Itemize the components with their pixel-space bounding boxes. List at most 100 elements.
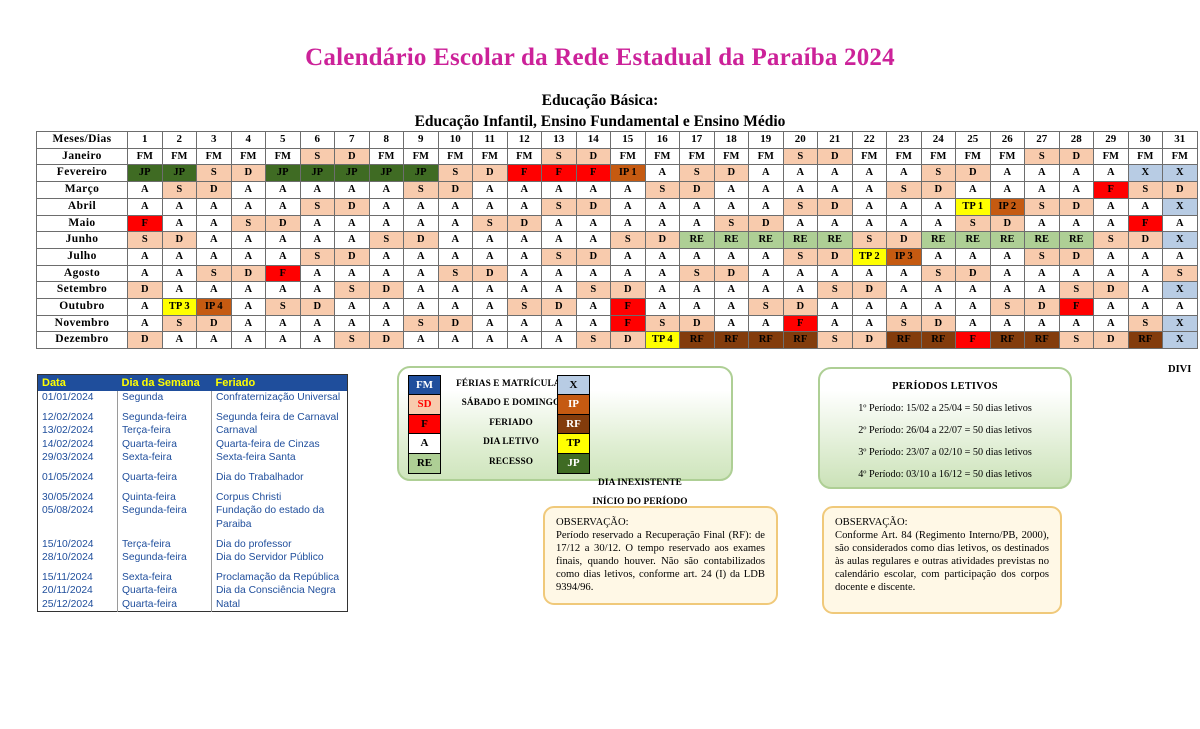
holidays-header-weekday: Dia da Semana — [117, 374, 212, 391]
calendar-cell-tp: TP 2 — [851, 247, 887, 266]
calendar-cell-a: A — [817, 181, 853, 199]
holiday-date: 15/10/2024 — [37, 537, 118, 552]
calendar-cell-a: A — [506, 181, 542, 199]
calendar-day-header-18: 18 — [713, 131, 749, 149]
calendar-cell-sd: S — [575, 331, 611, 350]
calendar-cell-a: A — [299, 214, 335, 233]
calendar-cell-sd: S — [1024, 247, 1060, 266]
calendar-cell-sd: D — [575, 197, 611, 216]
calendar-cell-a: A — [679, 281, 715, 300]
holidays-header-row: Data Dia da Semana Feriado — [37, 374, 348, 391]
calendar-cell-a: A — [1058, 314, 1094, 333]
table-row: 13/02/2024 Terça-feira Carnaval — [37, 424, 348, 438]
calendar-cell-a: A — [1093, 264, 1129, 283]
calendar-cell-sd: D — [610, 331, 646, 350]
calendar-cell-a: A — [1093, 247, 1129, 266]
calendar-cell-jp: JP — [368, 164, 404, 183]
calendar-cell-f: F — [127, 214, 163, 233]
calendar-cell-a: A — [644, 281, 680, 300]
calendar-cell-f: F — [955, 331, 991, 350]
legend-chip-fm: FM — [409, 376, 440, 396]
calendar-cell-sd: S — [920, 164, 956, 183]
calendar-cell-a: A — [1127, 264, 1163, 283]
calendar-cell-a: A — [506, 264, 542, 283]
calendar-month-name: Maio — [36, 214, 128, 233]
holiday-date: 25/12/2024 — [37, 597, 118, 612]
calendar-cell-sd: D — [1058, 247, 1094, 266]
calendar-cell-sd: D — [230, 264, 266, 283]
holiday-name: Natal — [216, 598, 241, 610]
calendar-cell-a: A — [472, 281, 508, 300]
holiday-date: 15/11/2024 — [37, 571, 118, 585]
holiday-date: 01/01/2024 — [37, 391, 118, 405]
holidays-spacer-cell — [212, 404, 348, 411]
calendar-cell-a: A — [161, 247, 197, 266]
calendar-cell-sd: S — [989, 298, 1025, 316]
table-row: 15/10/2024 Terça-feira Dia do professor — [37, 537, 348, 552]
table-row: 12/02/2024 Segunda-feira Segunda feira de … — [37, 411, 348, 425]
calendar-cell-sd: S — [886, 314, 922, 333]
calendar-cell-f: F — [610, 298, 646, 316]
calendar-cell-sd: S — [437, 164, 473, 183]
calendar-cell-sd: S — [334, 281, 370, 300]
calendar-cell-a: A — [817, 264, 853, 283]
holidays-spacer-cell — [37, 484, 118, 492]
calendar-cell-sd: D — [817, 147, 853, 166]
calendar-cell-rf: RF — [886, 331, 922, 350]
calendar-cell-a: A — [230, 197, 266, 216]
calendar-cell-rf: RF — [679, 331, 715, 350]
legend-chip-rf: RF — [558, 414, 589, 435]
calendar-cell-sd: S — [265, 298, 301, 316]
calendar-cell-a: A — [541, 331, 577, 350]
calendar-cell-sd: S — [782, 247, 818, 266]
calendar-cell-sd: S — [196, 164, 232, 183]
calendar-cell-a: A — [541, 264, 577, 283]
calendar-cell-a: A — [1024, 164, 1060, 183]
calendar-cell-sd: S — [541, 147, 577, 166]
calendar-month-name: Abril — [36, 197, 128, 216]
calendar-cell-a: A — [472, 314, 508, 333]
calendar-cell-sd: S — [472, 214, 508, 233]
calendar-cell-sd: D — [817, 247, 853, 266]
calendar-cell-re: RE — [817, 231, 853, 249]
calendar-cell-x: X — [1162, 231, 1198, 249]
legend-box: FM SD F A RE FÉRIAS E MATRÍCULAS SÁBADO E DOMI… — [397, 366, 733, 566]
calendar-cell-a: A — [1024, 181, 1060, 199]
periods-lines: 1º Período: 15/02 a 25/04 = 50 dias leti… — [820, 392, 1070, 480]
calendar-cell-fm: FM — [1162, 147, 1198, 166]
calendar-cell-a: A — [161, 281, 197, 300]
calendar-cell-a: A — [230, 231, 266, 249]
calendar-cell-sd: D — [334, 197, 370, 216]
calendar-cell-a: A — [506, 281, 542, 300]
holiday-weekday: Segunda-feira — [117, 504, 212, 531]
calendar-cell-x: X — [1162, 331, 1198, 350]
legend-chip-f: F — [409, 414, 440, 435]
holiday-name: Carnaval — [216, 425, 258, 437]
calendar-header-row: Meses/Dias 1 2 3 4 5 6 7 8 9 10 11 12 13 14 15 16 17 18 19… — [36, 131, 1198, 149]
calendar-cell-a: A — [196, 214, 232, 233]
calendar-cell-a: A — [541, 314, 577, 333]
calendar-cell-a: A — [127, 298, 163, 316]
calendar-cell-fm: FM — [127, 147, 163, 166]
calendar-month-row: Abril A A A A A S D A A A A A S D A A A A A S D A A A TP 1 IP 2SDA… — [36, 197, 1198, 216]
calendar-cell-a: A — [679, 214, 715, 233]
holidays-spacer-cell — [37, 530, 118, 538]
calendar-cell-sd: S — [644, 314, 680, 333]
calendar-cell-sd: D — [610, 281, 646, 300]
holiday-name: Confraternização Universal — [216, 392, 341, 403]
calendar-month-name: Junho — [36, 231, 128, 249]
calendar-cell-sd: S — [575, 281, 611, 300]
calendar-cell-re: RE — [920, 231, 956, 249]
table-row: 05/08/2024 Segunda-feira Fundação do estad… — [37, 504, 348, 531]
calendar-month-row: Julho A A A A A S D A A A A A S D A A A A A S D TP 2 IP 3AAASDA… — [36, 247, 1198, 266]
calendar-day-header-23: 23 — [886, 131, 922, 149]
calendar-cell-a: A — [817, 164, 853, 183]
holiday-weekday: Segunda — [117, 391, 212, 405]
holidays-spacer-cell — [37, 564, 118, 572]
calendar-day-header-19: 19 — [748, 131, 784, 149]
holidays-spacer-cell — [212, 531, 348, 538]
calendar-cell-a: A — [127, 264, 163, 283]
calendar-cell-a: A — [299, 231, 335, 249]
calendar-cell-sd: S — [817, 281, 853, 300]
calendar-cell-fm: FM — [679, 147, 715, 166]
